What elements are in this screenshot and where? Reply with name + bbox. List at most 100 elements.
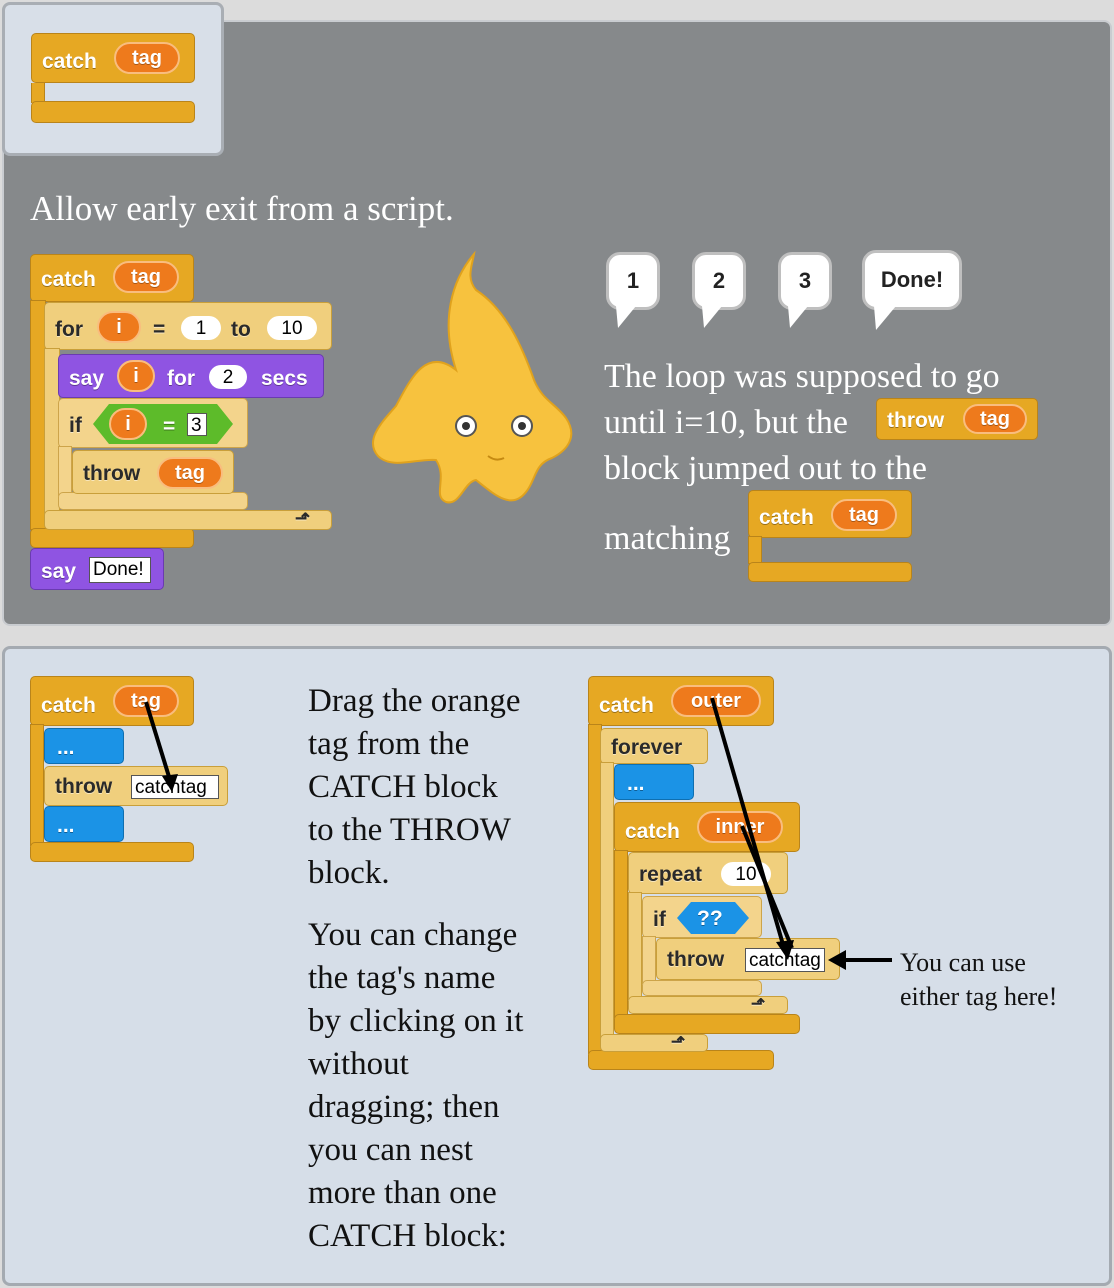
inline-catch-header: catch tag (748, 490, 912, 538)
bubble-tail-icon (616, 306, 636, 328)
repeat-footer: ⬏ (628, 994, 788, 1014)
speech-bubble: 3 (778, 252, 832, 310)
catch-label: catch (41, 268, 96, 291)
cond-variable[interactable]: i (109, 408, 147, 440)
say-for-secs-block[interactable]: say i for 2 secs (58, 354, 324, 398)
sprite-image (372, 250, 573, 504)
drag-arrow-icon (144, 701, 178, 792)
speech-bubble: 1 (606, 252, 660, 310)
catch-footer (30, 842, 194, 862)
tag-variable: tag (963, 404, 1027, 434)
placeholder-block[interactable]: ... (44, 728, 124, 764)
throw-tag-variable[interactable]: tag (157, 457, 223, 489)
loop-arrow-icon: ⬏ (751, 994, 766, 1013)
instruction-line: You can change (308, 917, 518, 953)
for-label: for (55, 318, 83, 341)
cond-equals: = (163, 415, 176, 438)
say-value-input[interactable]: Done! (89, 557, 151, 583)
throw-label: throw (55, 775, 113, 798)
if-label: if (653, 908, 666, 931)
instruction-line: by clicking on it (308, 1003, 524, 1039)
instruction-line: tag from the (308, 726, 470, 762)
tag-variable[interactable]: tag (113, 261, 179, 293)
catch-arm (30, 724, 44, 846)
say-block[interactable]: say Done! (30, 548, 164, 590)
inner-catch-arm (614, 850, 628, 1018)
explanation-line4: matching (604, 520, 731, 557)
if-label: if (69, 414, 82, 437)
catch-label: catch (599, 694, 654, 717)
to-label: to (231, 318, 251, 341)
from-input[interactable]: 1 (181, 316, 221, 340)
annotation-line: either tag here! (900, 982, 1058, 1011)
say-label: say (69, 367, 105, 390)
inner-catch-footer (614, 1014, 800, 1034)
repeat-label: repeat (639, 863, 703, 886)
tag-variable[interactable]: tag (114, 42, 180, 74)
catch-block-header[interactable]: catch tag (31, 33, 195, 83)
catch-label: catch (41, 694, 96, 717)
speech-bubble: Done! (862, 250, 962, 310)
instruction-line: CATCH block: (308, 1218, 507, 1254)
pointer-arrow-icon (828, 950, 892, 970)
placeholder-label: ... (57, 814, 75, 837)
for-label: for (167, 367, 195, 390)
instruction-line: without (308, 1046, 409, 1082)
inline-catch-arm (748, 536, 762, 564)
tag-variable: tag (831, 499, 897, 531)
instruction-line: more than one (308, 1175, 497, 1211)
secs-label: secs (261, 367, 308, 390)
catch-block[interactable]: catch tag (30, 254, 194, 302)
throw-block[interactable]: throw catchtag (44, 766, 228, 806)
catch-label: catch (625, 820, 680, 843)
instruction-line: to the THROW (308, 812, 511, 848)
if-footer (58, 492, 248, 510)
if-block[interactable]: if i = 3 (58, 398, 248, 448)
catch-block-arm (31, 83, 45, 103)
loop-arrow-icon: ⬏ (671, 1032, 686, 1051)
loop-arrow-icon: ⬏ (295, 508, 311, 528)
say-variable[interactable]: i (117, 360, 155, 392)
forever-label: forever (611, 736, 683, 759)
inline-throw-block: throw tag (876, 398, 1038, 440)
forever-footer: ⬏ (600, 1032, 708, 1052)
loop-variable[interactable]: i (97, 311, 141, 343)
explanation-line2: until i=10, but the (604, 404, 848, 441)
bubble-tail-icon (702, 306, 722, 328)
repeat-arm (628, 892, 642, 1000)
catch-footer (30, 528, 194, 548)
inline-catch-footer (748, 562, 912, 582)
placeholder-label: ... (57, 736, 75, 759)
for-footer: ⬏ (44, 508, 332, 530)
to-input[interactable]: 10 (267, 316, 317, 340)
placeholder-block[interactable]: ... (44, 806, 124, 842)
instruction-line: CATCH block (308, 769, 498, 805)
if-arm (58, 446, 72, 496)
annotation-line: You can use (900, 948, 1026, 977)
throw-block[interactable]: throw tag (72, 450, 234, 494)
instruction-line: the tag's name (308, 960, 496, 996)
speech-bubble: 2 (692, 252, 746, 310)
bubble-tail-icon (788, 306, 808, 328)
rename-instructions: You can change the tag's name by clickin… (308, 914, 523, 1258)
forever-block[interactable]: forever (600, 728, 708, 764)
explanation-line3: block jumped out to the (604, 450, 927, 487)
if-footer (642, 980, 762, 996)
instruction-line: you can nest (308, 1132, 473, 1168)
instruction-line: Drag the orange (308, 683, 521, 719)
placeholder-block[interactable]: ... (614, 764, 694, 800)
catch-label: catch (759, 506, 814, 529)
drag-arrows-icon (710, 697, 794, 960)
equals-label: = (153, 318, 166, 341)
secs-input[interactable]: 2 (209, 365, 247, 389)
say-label: say (41, 560, 77, 583)
if-arm (642, 936, 656, 984)
instruction-line: dragging; then (308, 1089, 500, 1125)
for-block[interactable]: for i = 1 to 10 (44, 302, 332, 350)
bubble-tail-icon (874, 306, 896, 330)
palette-block-preview: catch tag (2, 2, 224, 156)
catch-label: catch (42, 50, 97, 73)
instruction-line: block. (308, 855, 390, 891)
cond-value-input[interactable]: 3 (187, 413, 207, 436)
drag-instructions: Drag the orange tag from the CATCH block… (308, 680, 521, 895)
